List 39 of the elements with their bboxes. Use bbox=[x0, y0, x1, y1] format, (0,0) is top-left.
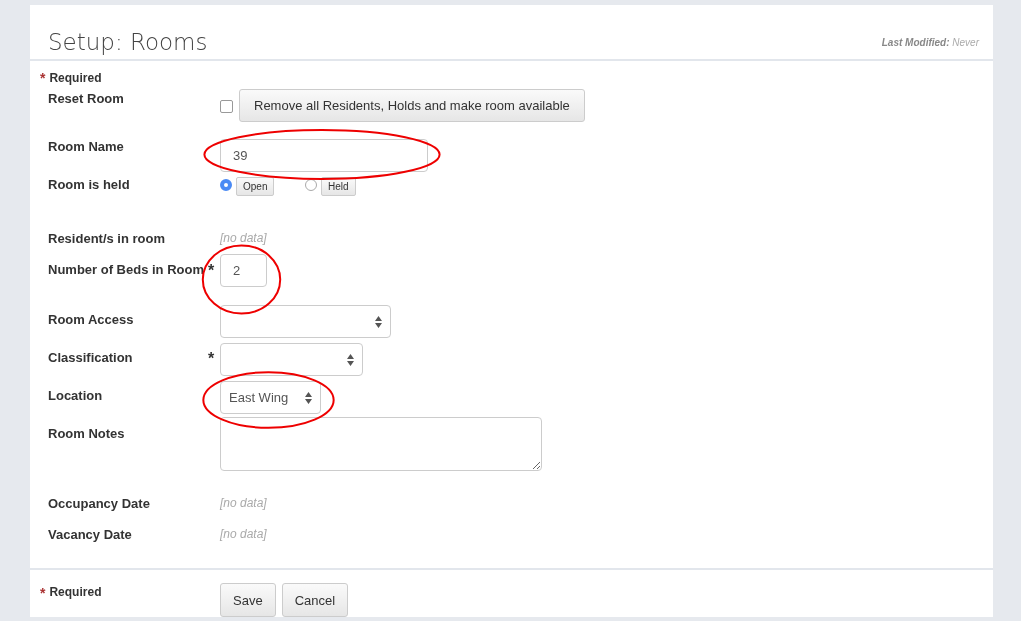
cancel-button[interactable]: Cancel bbox=[281, 583, 349, 617]
required-asterisk-text: * bbox=[208, 350, 216, 369]
radio-button[interactable] bbox=[220, 179, 232, 191]
required-mark: * bbox=[40, 585, 46, 601]
required-mark: * bbox=[40, 70, 46, 86]
field-label: Vacancy Date bbox=[47, 527, 133, 544]
beds-field[interactable]: 2 bbox=[220, 254, 267, 287]
field-label: Number of Beds in Room bbox=[47, 262, 205, 279]
reset-room-button[interactable]: Remove all Residents, Holds and make room available bbox=[239, 89, 585, 122]
select-field[interactable] bbox=[220, 305, 391, 338]
field-label: Room Access bbox=[47, 312, 135, 329]
select-arrows-icon bbox=[347, 353, 354, 366]
save-button[interactable]: Save bbox=[220, 583, 276, 617]
no-data-text: [no data] bbox=[220, 231, 267, 247]
radio-option[interactable]: Open bbox=[236, 177, 275, 196]
no-data-text: [no data] bbox=[220, 527, 267, 543]
field-label: Resident/s in room bbox=[47, 231, 167, 248]
field-label: Room Notes bbox=[47, 426, 126, 443]
field-label: Room Name bbox=[47, 139, 125, 156]
required-text: Required bbox=[49, 71, 102, 85]
field-label: Occupancy Date bbox=[47, 496, 151, 513]
select-arrows-icon bbox=[305, 391, 312, 404]
select-value: East Wing bbox=[229, 390, 289, 405]
room-name-field[interactable]: 39 bbox=[220, 139, 428, 172]
room-notes-field[interactable] bbox=[220, 417, 542, 471]
required-asterisk-text: * bbox=[208, 262, 216, 281]
checkbox[interactable] bbox=[220, 100, 233, 113]
select-field[interactable] bbox=[220, 343, 363, 376]
select-field[interactable]: East Wing bbox=[220, 381, 321, 414]
radio-option[interactable]: Held bbox=[321, 177, 356, 196]
field-label: Classification bbox=[47, 350, 134, 367]
field-label: Room is held bbox=[47, 177, 131, 194]
no-data-text: [no data] bbox=[220, 496, 267, 512]
required-text: Required bbox=[49, 585, 102, 599]
field-label: Location bbox=[47, 388, 104, 405]
select-arrows-icon bbox=[375, 315, 382, 328]
field-label: Reset Room bbox=[47, 90, 125, 108]
last-modified-text: Last Modified: Never bbox=[881, 36, 979, 48]
page-title: Setup: Rooms bbox=[48, 29, 208, 55]
